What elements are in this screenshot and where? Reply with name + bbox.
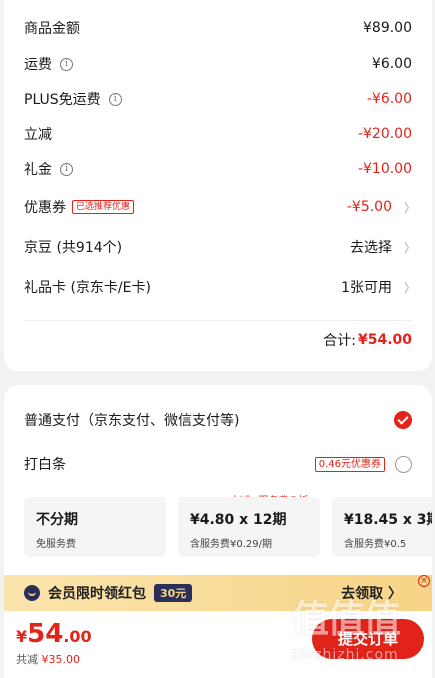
banner-text: 会员限时领红包 — [48, 586, 146, 602]
jingdou-row[interactable]: 京豆 (共914个) 去选择〉 — [24, 235, 417, 259]
divider — [24, 320, 412, 321]
plan-subtitle: 含服务费¥0.5 — [344, 539, 407, 550]
gift-card-value: 1张可用 — [341, 280, 392, 296]
chevron-right-icon: 〉 — [404, 240, 417, 255]
chevron-right-icon: 〉 — [404, 200, 417, 215]
checked-circle-icon[interactable] — [394, 411, 412, 429]
gift-money-label: 礼金 — [24, 162, 52, 178]
normal-payment-label: 普通支付（京东支付、微信支付等) — [24, 413, 240, 429]
price-integer: 54 — [27, 619, 64, 649]
final-price: ¥ 54 .00 — [16, 619, 92, 649]
baitiao-payment-option[interactable]: 打白条 0.46元优惠券 — [24, 452, 412, 476]
gift-money-value: -¥10.00 — [357, 161, 412, 177]
close-icon[interactable]: × — [418, 575, 430, 587]
shipping-row: 运费 i ¥6.00 — [24, 52, 412, 76]
installment-plans: 不分期 免服务费 ¥4.80 x 12期 含服务费¥0.29/期 ¥18.45 … — [24, 497, 432, 557]
installment-plan[interactable]: ¥4.80 x 12期 含服务费¥0.29/期 — [178, 497, 320, 557]
plus-free-shipping-value: -¥6.00 — [366, 91, 412, 107]
installment-plan[interactable]: 不分期 免服务费 — [24, 497, 166, 557]
price-currency: ¥ — [16, 627, 28, 646]
saved-value: ¥35.00 — [41, 653, 81, 666]
smile-icon — [24, 585, 40, 601]
plan-subtitle: 含服务费¥0.29/期 — [190, 539, 272, 550]
jingdou-value: 去选择 — [350, 240, 392, 256]
chevron-right-icon: 〉 — [404, 280, 417, 295]
plan-subtitle: 免服务费 — [36, 539, 76, 550]
installment-plan[interactable]: ¥18.45 x 3期 含服务费¥0.5 — [332, 497, 432, 557]
coupon-value: -¥5.00 — [346, 199, 392, 215]
checkout-bar: ¥ 54 .00 共减 ¥35.00 提交订单 — [4, 611, 432, 678]
baitiao-coupon-tag: 0.46元优惠券 — [314, 456, 385, 472]
total-row: 合计: ¥54.00 — [323, 330, 412, 350]
baitiao-label: 打白条 — [24, 457, 66, 473]
plus-free-shipping-label: PLUS免运费 — [24, 92, 101, 108]
goods-amount-row: 商品金额 ¥89.00 — [24, 16, 412, 40]
price-decimal: .00 — [63, 627, 92, 646]
shipping-value: ¥6.00 — [371, 56, 412, 72]
plus-free-shipping-row: PLUS免运费 i -¥6.00 — [24, 87, 412, 111]
goods-amount-value: ¥89.00 — [363, 20, 412, 36]
coupon-label: 优惠券 — [24, 200, 66, 216]
saved-label: 共减 — [16, 653, 38, 666]
gift-card-label: 礼品卡 (京东卡/E卡) — [24, 280, 151, 296]
instant-discount-row: 立减 -¥20.00 — [24, 122, 412, 146]
jingdou-label: 京豆 (共914个) — [24, 240, 123, 256]
total-saved: 共减 ¥35.00 — [16, 651, 80, 667]
coupon-row[interactable]: 优惠券 已选推荐优惠 -¥5.00 〉 — [24, 195, 417, 219]
member-redpacket-banner[interactable]: 会员限时领红包 30元 去领取 〉 × — [4, 575, 432, 611]
plan-title: ¥4.80 x 12期 — [190, 512, 287, 528]
gift-card-row[interactable]: 礼品卡 (京东卡/E卡) 1张可用〉 — [24, 275, 417, 299]
claim-button[interactable]: 去领取 〉 — [341, 583, 402, 603]
order-summary-card: 商品金额 ¥89.00 运费 i ¥6.00 PLUS免运费 i -¥6.00 立减… — [4, 0, 432, 371]
plan-title: 不分期 — [36, 512, 78, 528]
radio-button[interactable] — [395, 455, 412, 473]
gift-money-row: 礼金 i -¥10.00 — [24, 157, 412, 181]
plan-title: ¥18.45 x 3期 — [344, 512, 432, 528]
total-label: 合计: — [323, 333, 356, 349]
normal-payment-option[interactable]: 普通支付（京东支付、微信支付等) — [24, 408, 412, 432]
goods-amount-label: 商品金额 — [24, 21, 80, 37]
instant-discount-value: -¥20.00 — [357, 126, 412, 142]
info-icon[interactable]: i — [108, 92, 122, 106]
info-icon[interactable]: i — [60, 162, 73, 176]
instant-discount-label: 立减 — [24, 127, 52, 143]
submit-order-button[interactable]: 提交订单 — [312, 619, 424, 659]
total-value: ¥54.00 — [357, 332, 412, 348]
shipping-label: 运费 — [24, 57, 52, 73]
recommended-coupon-tag: 已选推荐优惠 — [72, 200, 135, 214]
info-icon[interactable]: i — [60, 57, 73, 71]
redpacket-amount-badge: 30元 — [154, 584, 193, 602]
